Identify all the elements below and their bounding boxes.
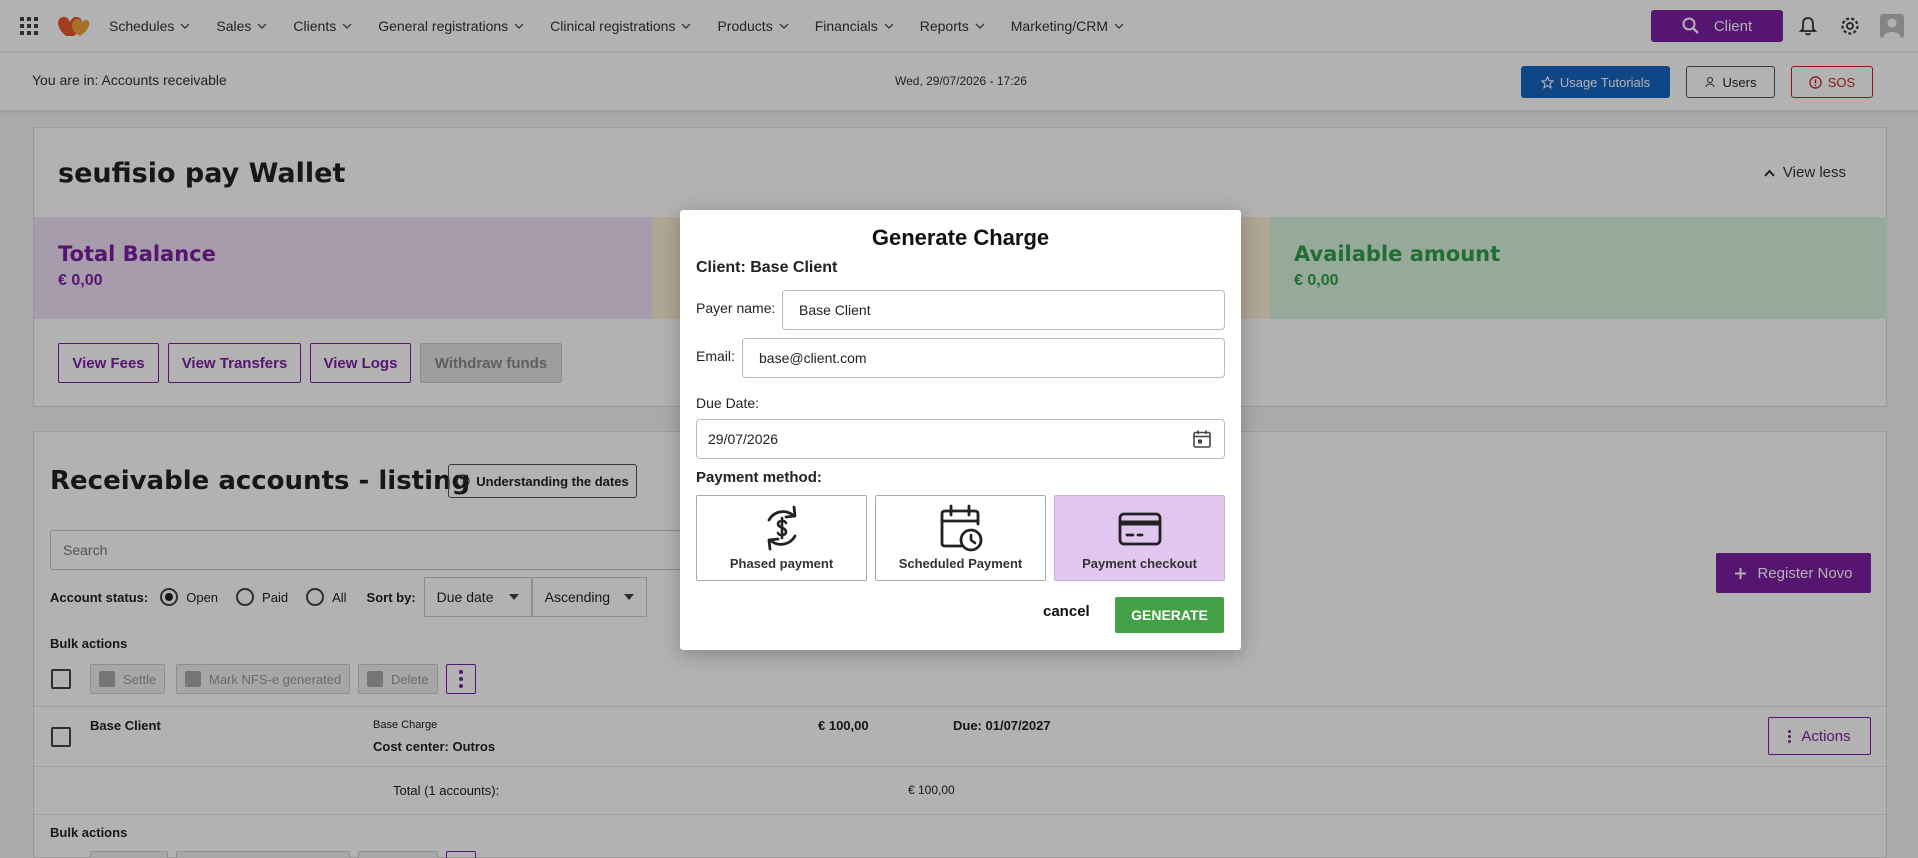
scheduled-payment-label: Scheduled Payment	[898, 556, 1023, 571]
payment-checkout-option[interactable]: Payment checkout	[1054, 495, 1225, 581]
dollar-refresh-icon	[767, 505, 797, 551]
generate-button[interactable]: GENERATE	[1115, 597, 1224, 633]
phased-payment-label: Phased payment	[729, 556, 834, 571]
payment-checkout-label: Payment checkout	[1082, 556, 1197, 571]
generate-charge-modal: Generate Charge Client: Base Client Paye…	[680, 210, 1241, 650]
calendar-clock-icon	[940, 504, 983, 552]
email-input[interactable]: base@client.com	[742, 338, 1225, 378]
credit-card-icon	[1118, 512, 1162, 546]
phased-payment-option[interactable]: Phased payment	[696, 495, 867, 581]
due-date-value: 29/07/2026	[708, 431, 779, 447]
payer-name-label: Payer name:	[696, 300, 776, 316]
scheduled-payment-option[interactable]: Scheduled Payment	[875, 495, 1046, 581]
email-label: Email:	[696, 348, 735, 364]
calendar-icon[interactable]	[1192, 429, 1212, 449]
due-date-input[interactable]: 29/07/2026	[696, 419, 1225, 459]
modal-client: Client: Base Client	[696, 259, 838, 276]
due-date-label: Due Date:	[696, 395, 760, 411]
payer-name-input[interactable]: Base Client	[782, 290, 1225, 330]
payment-method-label: Payment method:	[696, 469, 822, 486]
cancel-button[interactable]: cancel	[1043, 603, 1090, 620]
modal-title: Generate Charge	[871, 225, 1050, 250]
